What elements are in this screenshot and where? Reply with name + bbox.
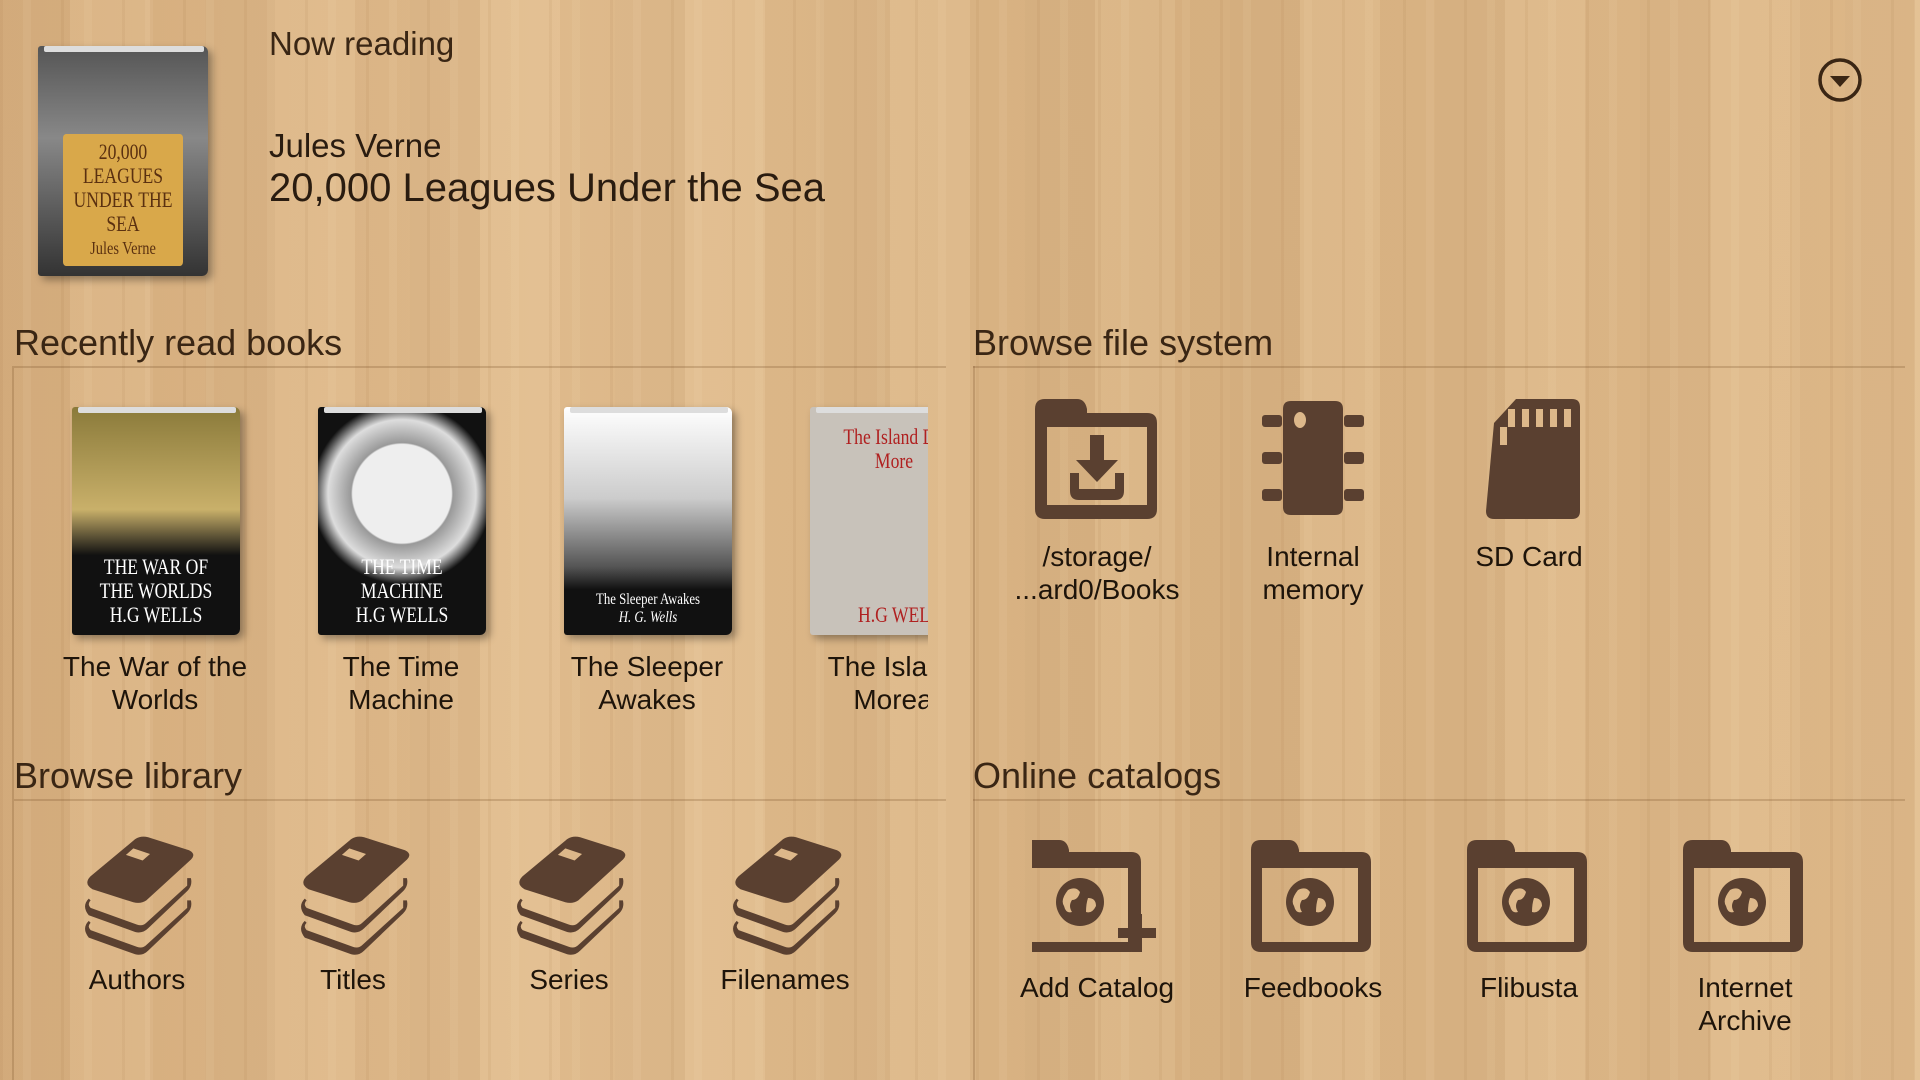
globe-folder-icon (1467, 840, 1587, 952)
divider (973, 366, 975, 1080)
cover-author: H.G WELLS (109, 602, 203, 627)
cover-author: H.G WELLS (355, 602, 449, 627)
divider (973, 366, 1905, 368)
filesystem-heading: Browse file system (973, 322, 1274, 363)
catalog-label: Flibusta (1479, 972, 1579, 1003)
catalogs-heading: Online catalogs (973, 755, 1222, 796)
now-reading-title[interactable]: 20,000 Leagues Under the Sea (269, 166, 825, 211)
catalog-item-add[interactable]: Add Catalog (997, 838, 1197, 1004)
cover-title: 20,000 LEAGUES UNDER THE SEA (73, 139, 173, 236)
fs-label: Internal memory (1262, 541, 1364, 605)
library-label: Filenames (720, 964, 850, 995)
recent-heading: Recently read books (14, 322, 343, 363)
cover-author: H.G WEL (857, 602, 928, 627)
cover-title: The Island Dr. More (843, 424, 928, 473)
now-reading-author[interactable]: Jules Verne (269, 127, 441, 165)
library-label: Titles (320, 964, 386, 995)
library-item-series[interactable]: Series (469, 828, 669, 996)
book-cover: The Sleeper Awakes H. G. Wells (564, 407, 732, 635)
library-item-authors[interactable]: Authors (37, 828, 237, 996)
book-title: The Sleeper Awakes (570, 651, 724, 715)
library-item-titles[interactable]: Titles (253, 828, 453, 996)
books-icon (301, 836, 410, 955)
chevron-down-circle-icon[interactable] (1816, 56, 1864, 104)
fs-item-internal-memory[interactable]: Internal memory (1213, 395, 1413, 606)
sd-card-icon (1486, 399, 1580, 519)
cover-title: THE TIME MACHINE (360, 554, 444, 603)
library-item-filenames[interactable]: Filenames (685, 828, 885, 996)
add-catalog-icon (1021, 840, 1156, 952)
fs-label: /storage/...ard0/Books (1014, 541, 1180, 605)
catalog-label: Internet Archive (1697, 972, 1793, 1036)
book-title: The Island Morea (827, 651, 928, 715)
catalog-item-internet-archive[interactable]: Internet Archive (1645, 838, 1845, 1037)
cover-author: Jules Verne (90, 238, 156, 258)
catalog-item-flibusta[interactable]: Flibusta (1429, 838, 1629, 1004)
catalog-label: Add Catalog (1019, 972, 1175, 1003)
book-title: The War of the Worlds (62, 651, 248, 715)
library-label: Series (529, 964, 609, 995)
globe-folder-icon (1251, 840, 1371, 952)
fs-label: SD Card (1475, 541, 1583, 572)
now-reading-cover[interactable]: 20,000 LEAGUES UNDER THE SEA Jules Verne (38, 46, 208, 276)
catalog-label: Feedbooks (1243, 972, 1383, 1003)
book-cover: THE TIME MACHINE H.G WELLS (318, 407, 486, 635)
now-reading-heading: Now reading (269, 25, 455, 62)
book-cover: The Island Dr. More H.G WEL (810, 407, 928, 635)
book-cover: THE WAR OF THE WORLDS H.G WELLS (72, 407, 240, 635)
divider (14, 366, 946, 368)
book-title: The Time Machine (342, 651, 460, 715)
books-icon (85, 836, 194, 955)
folder-download-icon (1035, 399, 1157, 519)
cover-author: H. G. Wells (618, 609, 678, 626)
divider (973, 799, 1905, 801)
books-icon (517, 836, 626, 955)
library-heading: Browse library (14, 755, 243, 796)
books-icon (733, 836, 842, 955)
fs-item-books-folder[interactable]: /storage/...ard0/Books (997, 395, 1197, 606)
fs-item-sd-card[interactable]: SD Card (1429, 395, 1629, 573)
cover-title: THE WAR OF THE WORLDS (99, 554, 213, 603)
catalog-item-feedbooks[interactable]: Feedbooks (1213, 838, 1413, 1004)
divider (14, 799, 946, 801)
recent-books-list: THE WAR OF THE WORLDS H.G WELLS The War o… (14, 400, 928, 720)
memory-chip-icon (1262, 401, 1364, 515)
cover-title: The Sleeper Awakes (595, 591, 701, 608)
globe-folder-icon (1683, 840, 1803, 952)
library-label: Authors (88, 964, 186, 995)
